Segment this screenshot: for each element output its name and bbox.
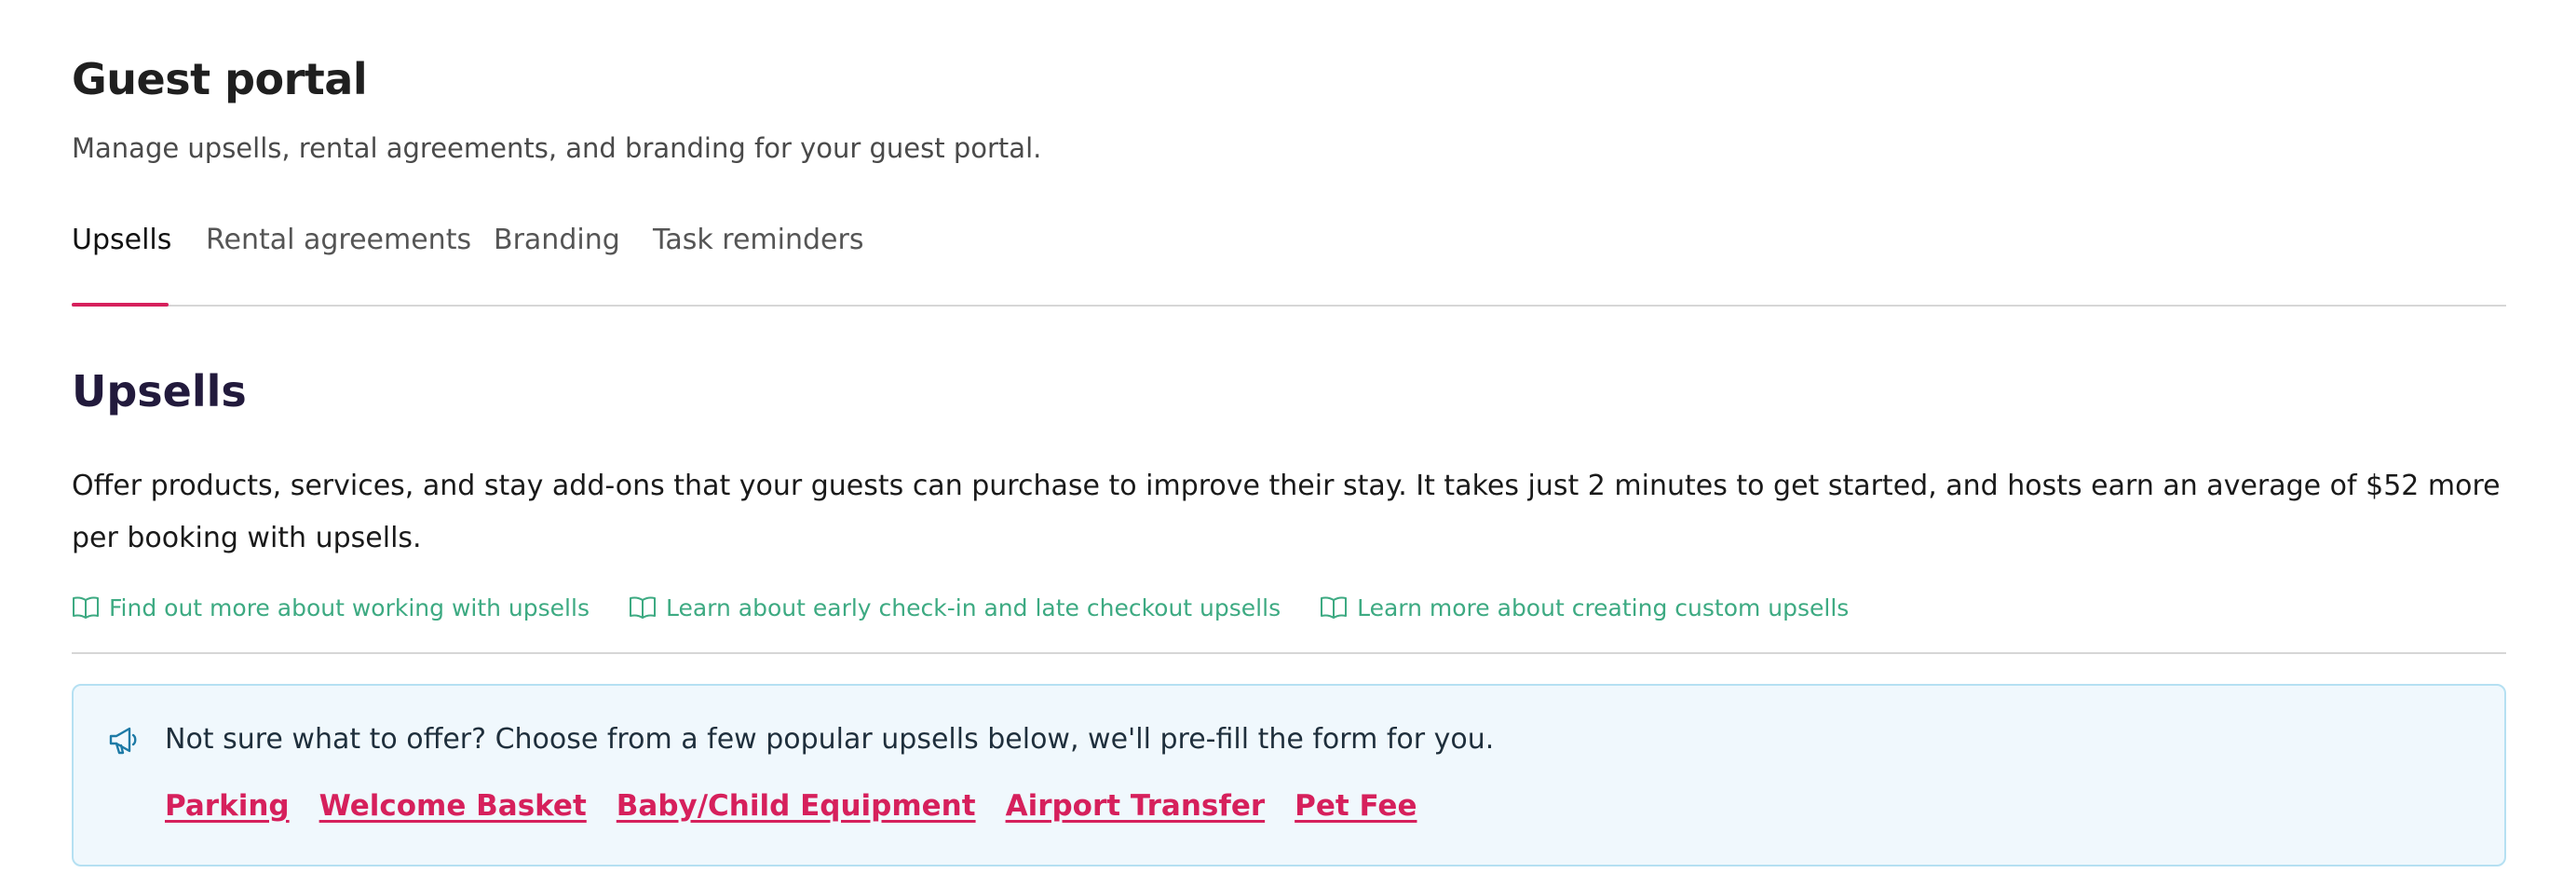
help-link-custom-upsells[interactable]: Learn more about creating custom upsells xyxy=(1320,594,1849,621)
help-links: Find out more about working with upsells… xyxy=(72,589,1888,626)
suggestion-links: Parking Welcome Basket Baby/Child Equipm… xyxy=(165,789,1446,823)
suggestion-airport-transfer[interactable]: Airport Transfer xyxy=(1006,789,1266,823)
book-icon xyxy=(629,596,656,619)
suggestion-welcome-basket[interactable]: Welcome Basket xyxy=(319,789,587,823)
tab-rental-agreements[interactable]: Rental agreements xyxy=(206,224,471,256)
suggestion-parking[interactable]: Parking xyxy=(165,789,290,823)
help-link-label: Find out more about working with upsells xyxy=(109,594,590,621)
suggestions-prompt: Not sure what to offer? Choose from a fe… xyxy=(165,723,1495,756)
book-icon xyxy=(1321,596,1348,619)
upsell-suggestions-banner: Not sure what to offer? Choose from a fe… xyxy=(72,684,2506,867)
suggestion-pet-fee[interactable]: Pet Fee xyxy=(1295,789,1417,823)
help-link-working-with-upsells[interactable]: Find out more about working with upsells xyxy=(72,594,590,621)
tab-upsells[interactable]: Upsells xyxy=(72,224,171,256)
help-link-label: Learn more about creating custom upsells xyxy=(1357,594,1850,621)
section-title: Upsells xyxy=(72,366,247,416)
book-icon xyxy=(73,596,99,619)
tab-bar: Upsells Rental agreements Branding Task … xyxy=(72,207,2506,307)
active-tab-indicator xyxy=(72,303,169,307)
section-divider xyxy=(72,652,2506,654)
tab-branding[interactable]: Branding xyxy=(494,224,620,256)
tab-task-reminders[interactable]: Task reminders xyxy=(653,224,863,256)
help-link-label: Learn about early check-in and late chec… xyxy=(665,594,1281,621)
page-title: Guest portal xyxy=(72,54,368,104)
page-subtitle: Manage upsells, rental agreements, and b… xyxy=(72,132,1042,164)
suggestion-baby-child-equipment[interactable]: Baby/Child Equipment xyxy=(617,789,976,823)
section-description: Offer products, services, and stay add-o… xyxy=(72,470,2501,554)
help-link-early-checkin-late-checkout[interactable]: Learn about early check-in and late chec… xyxy=(629,594,1281,621)
megaphone-icon xyxy=(109,727,137,755)
